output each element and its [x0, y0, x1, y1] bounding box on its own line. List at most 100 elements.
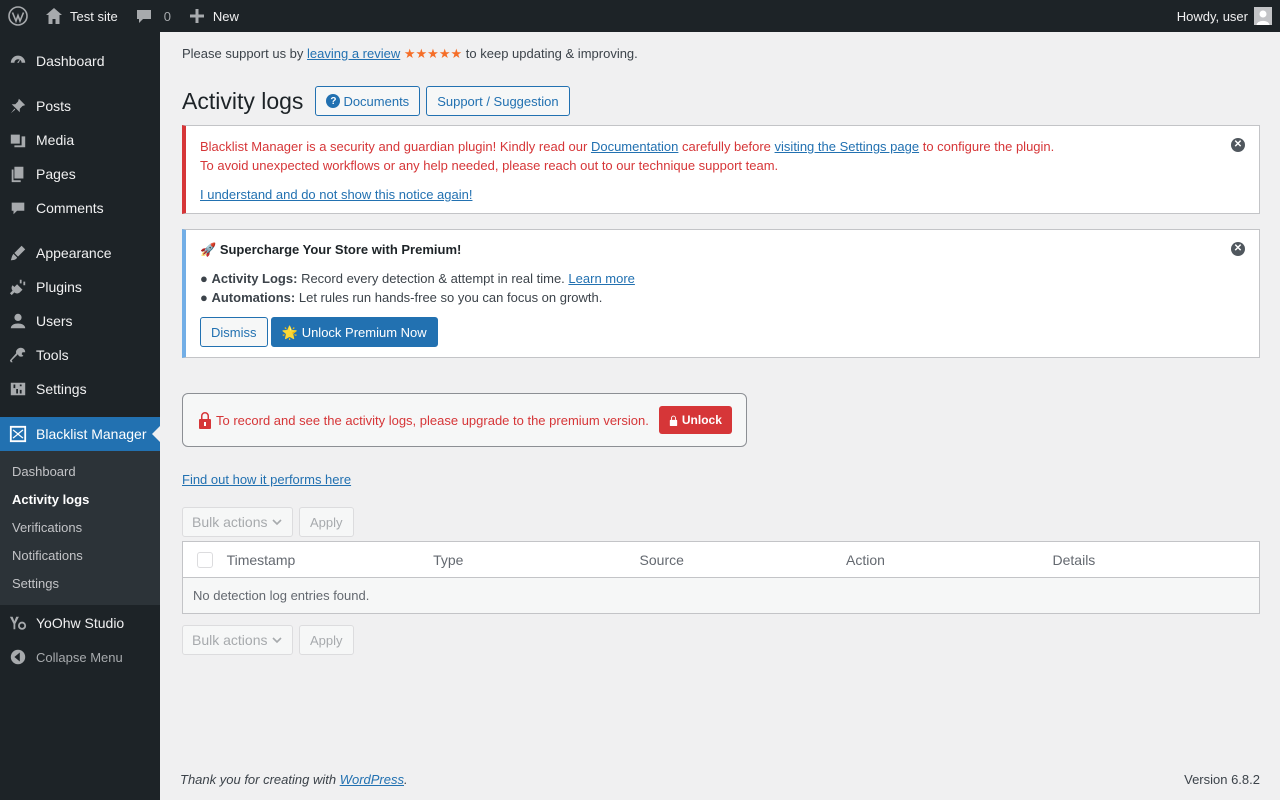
learn-more-link[interactable]: Learn more [568, 271, 634, 286]
premium-heading-text: Supercharge Your Store with Premium! [219, 242, 462, 257]
support-suggestion-button[interactable]: Support / Suggestion [426, 86, 570, 116]
sidebar-item-pages[interactable]: Pages [0, 157, 160, 191]
sparkle-icon: 🌟 [281, 324, 298, 340]
premium-lock-box: To record and see the activity logs, ple… [182, 393, 747, 447]
sidebar-item-dashboard[interactable]: Dashboard [0, 44, 160, 78]
unlock-premium-label: Unlock Premium Now [301, 324, 427, 340]
footer-thanks-text: Thank you for creating with [180, 772, 337, 787]
media-icon [8, 130, 28, 150]
collapse-label: Collapse Menu [36, 649, 123, 665]
apply-button[interactable]: Apply [299, 507, 354, 537]
sidebar-item-blacklist-manager[interactable]: Blacklist Manager [0, 417, 160, 451]
home-icon [46, 8, 62, 24]
table-header: Timestamp Type Source Action Details [183, 542, 1259, 578]
submenu-notifications[interactable]: Notifications [0, 542, 160, 570]
feature-desc: Record every detection & attempt in real… [301, 271, 565, 286]
sliders-icon [8, 379, 28, 399]
documentation-link[interactable]: Documentation [591, 139, 678, 154]
sidebar-item-label: Settings [36, 381, 87, 397]
bulk-actions-bottom: Bulk actions Apply [182, 625, 354, 655]
footer-thanks: Thank you for creating with WordPress. [180, 772, 408, 787]
collapse-menu-button[interactable]: Collapse Menu [0, 640, 160, 674]
select-all-checkbox[interactable] [183, 551, 227, 568]
bulk-actions-value: Bulk actions [192, 514, 268, 530]
sidebar-item-label: Posts [36, 98, 72, 114]
close-icon[interactable]: ✕ [1231, 138, 1245, 152]
sidebar-item-label: Users [36, 313, 73, 329]
sidebar-item-appearance[interactable]: Appearance [0, 236, 160, 270]
howdy-text: Howdy, user [1176, 8, 1248, 24]
premium-actions: Dismiss 🌟 Unlock Premium Now [200, 317, 1245, 347]
list-item: ● Activity Logs: Record every detection … [200, 271, 635, 286]
dashboard-icon [8, 51, 28, 71]
admin-sidebar: Dashboard Posts Media Pages Comments App… [0, 32, 160, 800]
notice-text: carefully before [682, 139, 771, 154]
notice-text: Blacklist Manager is a security and guar… [200, 139, 588, 154]
notice-text: to configure the plugin. [922, 139, 1055, 154]
bulk-actions-value: Bulk actions [192, 632, 268, 648]
help-icon: ? [326, 94, 341, 108]
premium-feature-list: ● Activity Logs: Record every detection … [200, 269, 1245, 307]
column-timestamp: Timestamp [226, 551, 296, 568]
sidebar-item-label: Appearance [36, 245, 112, 261]
new-content-button[interactable]: New [179, 0, 247, 32]
comments-count: 0 [163, 8, 171, 24]
feature-name: Activity Logs: [211, 271, 298, 286]
main-content: Please support us by leaving a review ★★… [160, 32, 1280, 800]
notice-line-3: I understand and do not show this notice… [200, 185, 1245, 204]
lock-icon [199, 412, 211, 429]
sidebar-item-users[interactable]: Users [0, 304, 160, 338]
sidebar-item-comments[interactable]: Comments [0, 191, 160, 225]
close-icon[interactable]: ✕ [1231, 242, 1245, 256]
support-prefix: Please support us by [182, 46, 304, 61]
sidebar-item-media[interactable]: Media [0, 123, 160, 157]
bulk-actions-top: Bulk actions Apply [182, 507, 354, 537]
apply-button[interactable]: Apply [299, 625, 354, 655]
comments-link[interactable]: 0 [126, 0, 179, 32]
bulk-actions-select[interactable]: Bulk actions [182, 625, 293, 655]
sidebar-item-label: Tools [36, 347, 69, 363]
sidebar-item-tools[interactable]: Tools [0, 338, 160, 372]
dismiss-button[interactable]: Dismiss [200, 317, 268, 347]
unlock-button[interactable]: Unlock [658, 406, 732, 434]
submenu-activity-logs[interactable]: Activity logs [0, 486, 160, 514]
wordpress-logo-button[interactable] [0, 0, 36, 32]
documents-button[interactable]: ? Documents [315, 86, 421, 116]
site-name-link[interactable]: Test site [36, 0, 126, 32]
blacklist-submenu: Dashboard Activity logs Verifications No… [0, 451, 160, 605]
premium-heading: 🚀 Supercharge Your Store with Premium! [200, 240, 1245, 259]
activity-log-table: Timestamp Type Source Action Details No … [182, 541, 1260, 614]
sidebar-item-yoohw-studio[interactable]: YoOhw Studio [0, 606, 160, 640]
find-out-link[interactable]: Find out how it performs here [182, 472, 351, 487]
page-title: Activity logs [182, 87, 304, 114]
comment-icon [136, 10, 151, 23]
unlock-premium-button[interactable]: 🌟 Unlock Premium Now [270, 317, 438, 347]
pages-icon [8, 164, 28, 184]
rating-stars[interactable]: ★★★★★ [404, 46, 462, 61]
upgrade-message: To record and see the activity logs, ple… [216, 412, 649, 428]
sidebar-item-posts[interactable]: Posts [0, 89, 160, 123]
submenu-settings[interactable]: Settings [0, 570, 160, 598]
bulk-actions-select[interactable]: Bulk actions [182, 507, 293, 537]
user-icon [8, 311, 28, 331]
submenu-dashboard[interactable]: Dashboard [0, 458, 160, 486]
sidebar-item-label: YoOhw Studio [36, 615, 125, 631]
footer-version: Version 6.8.2 [1184, 772, 1260, 787]
sidebar-item-settings[interactable]: Settings [0, 372, 160, 406]
wordpress-link[interactable]: WordPress [340, 772, 404, 787]
my-account[interactable]: Howdy, user [1177, 7, 1280, 25]
acknowledge-link[interactable]: I understand and do not show this notice… [200, 187, 472, 202]
page-header: Activity logs ? Documents Support / Sugg… [182, 86, 570, 116]
checkbox-box [196, 551, 213, 568]
leave-review-link[interactable]: leaving a review [307, 46, 400, 61]
support-suffix: to keep updating & improving. [465, 46, 638, 61]
documents-label: Documents [343, 93, 410, 109]
sidebar-item-label: Plugins [36, 279, 82, 295]
column-type: Type [433, 551, 464, 568]
yoohw-icon [8, 613, 28, 633]
collapse-arrow-icon [8, 647, 28, 667]
plugin-warning-notice: Blacklist Manager is a security and guar… [182, 125, 1260, 214]
settings-page-link[interactable]: visiting the Settings page [775, 139, 920, 154]
submenu-verifications[interactable]: Verifications [0, 514, 160, 542]
sidebar-item-plugins[interactable]: Plugins [0, 270, 160, 304]
